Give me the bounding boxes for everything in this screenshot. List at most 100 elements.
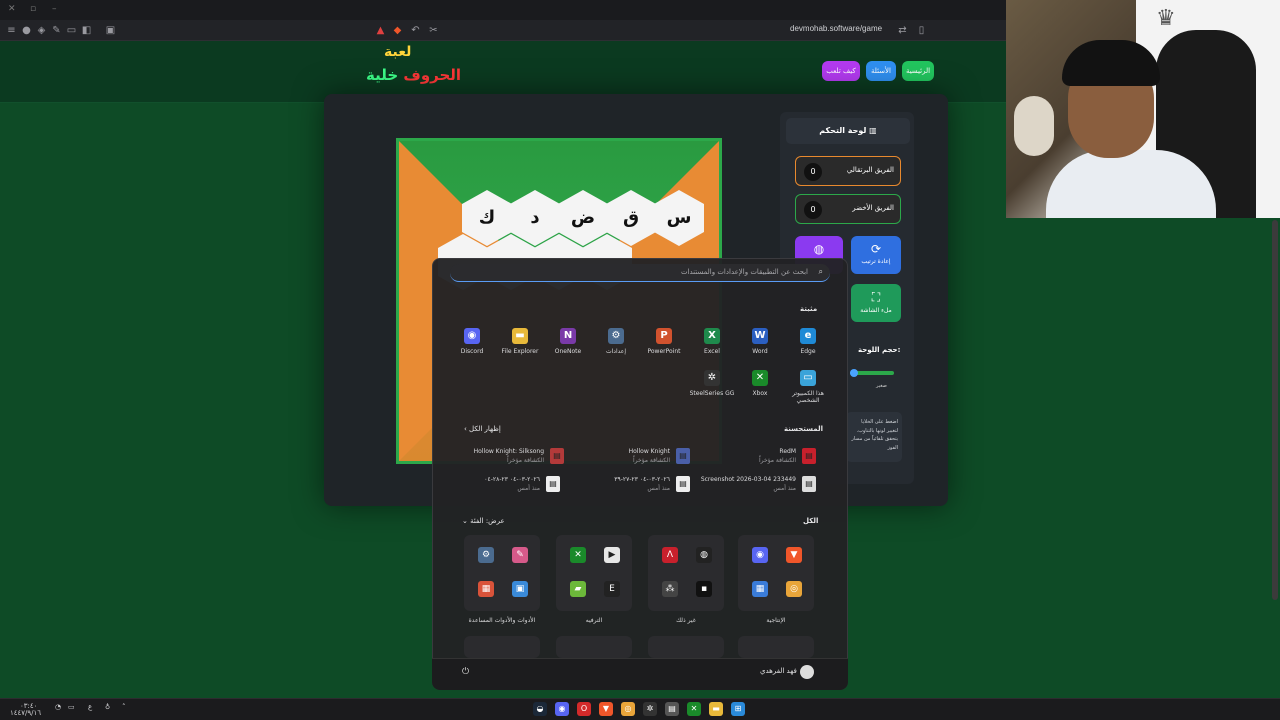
opera-icon[interactable]: O [577, 702, 591, 716]
pinned-app[interactable]: ◉ Discord [449, 328, 495, 355]
microphone-icon[interactable]: ♁ [105, 703, 110, 711]
category-folder[interactable]: ▼ ◉ ◎ ▦ [738, 535, 814, 611]
clock[interactable]: ٠٣:٤٠ ١٤٤٧/٩/١٦ [10, 703, 41, 717]
category-folder[interactable] [464, 636, 540, 658]
pinned-app[interactable]: N OneNote [545, 328, 591, 355]
settings-icon: ⚙ [478, 547, 494, 563]
edge-icon: e [800, 328, 816, 344]
minimize-icon[interactable]: – [52, 4, 57, 14]
search-input[interactable]: ابحث عن التطبيقات والإعدادات والمستندات … [450, 264, 830, 282]
recommended-item[interactable]: ▤ Hollow Knight: Silksong الكشافة مؤخراً [470, 446, 564, 468]
pinned-app[interactable]: P PowerPoint [641, 328, 687, 355]
calendar-icon[interactable]: ▤ [665, 702, 679, 716]
recommended-item[interactable]: ▤ ٢٠٢٦-٠٣-٠٤ ٢٣-٢٨-٠٤ منذ أمس [466, 474, 560, 496]
recommended-subtitle: منذ أمس [773, 485, 796, 492]
recommended-item[interactable]: ▤ Hollow Knight الكشافة مؤخراً [596, 446, 690, 468]
menu-icon[interactable]: ≡ [5, 24, 18, 37]
bookmark-icon[interactable]: ▯ [915, 24, 928, 37]
palette-icon: ◍ [813, 242, 825, 256]
view-by-label: عرض: الفئة [470, 517, 505, 525]
xbox-icon: ✕ [752, 370, 768, 386]
brave-shield-icon[interactable]: ◆ [391, 24, 404, 37]
reshuffle-button[interactable]: ⟳ إعادة ترتيب [851, 236, 901, 274]
pinned-app-label: Discord [460, 348, 484, 355]
undo-icon[interactable]: ↶ [409, 24, 422, 37]
discord-icon: ◉ [464, 328, 480, 344]
board-size-value: صغير [876, 383, 887, 389]
category-folder[interactable]: ▶ ✕ E ▰ [556, 535, 632, 611]
slider-knob[interactable] [850, 369, 858, 377]
affinity-icon: Λ [662, 547, 678, 563]
recommended-title: المستحسنة [784, 425, 823, 433]
pinned-app[interactable]: ▭ هذا الكمبيوتر الشخصي [785, 370, 831, 404]
questions-button[interactable]: الأسئلة [866, 61, 896, 81]
tools-icon[interactable]: ✂ [427, 24, 440, 37]
home-button[interactable]: الرئيسية [902, 61, 934, 81]
pinned-app[interactable]: ▬ File Explorer [497, 328, 543, 355]
share-icon[interactable]: ⇄ [896, 24, 909, 37]
category-label: الترفيه [585, 617, 603, 624]
extension-icon[interactable]: ✎ [50, 24, 63, 37]
wifi-icon[interactable]: ◔ [55, 703, 61, 711]
sidebar-icon[interactable]: ◧ [80, 24, 93, 37]
steelseries-icon[interactable]: ✲ [643, 702, 657, 716]
steam-icon[interactable]: ◒ [533, 702, 547, 716]
profile-icon[interactable]: ● [20, 24, 33, 37]
webcam-feed: ♛ [1006, 0, 1280, 218]
plush-toy [1014, 96, 1054, 156]
recommended-subtitle: منذ أمس [647, 485, 670, 492]
language-indicator[interactable]: ع [88, 703, 92, 711]
word-icon: W [752, 328, 768, 344]
tabs-icon[interactable]: ▭ [65, 24, 78, 37]
pinned-app[interactable]: W Word [737, 328, 783, 355]
power-icon[interactable]: ⏻ [462, 667, 469, 677]
hollow-knight-icon: ▤ [676, 448, 690, 464]
category-folder[interactable]: ◍ Λ ▪ ⁂ [648, 535, 724, 611]
dashboard-title: لوحة التحكم ▥ [786, 118, 910, 144]
category-folder[interactable]: ✎ ⚙ ▣ ▦ [464, 535, 540, 611]
pinned-app[interactable]: e Edge [785, 328, 831, 355]
search-placeholder: ابحث عن التطبيقات والإعدادات والمستندات [680, 268, 808, 276]
display-icon[interactable]: ▭ [68, 703, 75, 711]
team-green[interactable]: 0 الفريق الأخضر [795, 194, 901, 224]
team-orange[interactable]: 0 الفريق البرتقالي [795, 156, 901, 186]
chevron-up-icon[interactable]: ˄ [122, 703, 126, 711]
category-label: الأدوات والأدوات المساعدة [468, 617, 536, 624]
category-folder[interactable] [738, 636, 814, 658]
excel-icon: X [704, 328, 720, 344]
pinned-app[interactable]: ⚙ إعدادات [593, 328, 639, 355]
category-folder[interactable] [556, 636, 632, 658]
page-scrollbar[interactable] [1272, 220, 1278, 600]
show-all-label: إظهار الكل [469, 425, 501, 433]
restore-icon[interactable]: ▫ [30, 4, 36, 14]
recommended-item[interactable]: ▤ ٢٠٢٦-٠٣-٠٤ ٢٣-٢٧-٣٩ منذ أمس [596, 474, 690, 496]
chrome-icon[interactable]: ◎ [621, 702, 635, 716]
refresh-icon: ⟳ [870, 242, 882, 256]
obs-icon: ◍ [696, 547, 712, 563]
recommended-item[interactable]: ▤ Screenshot 2026-03-04 233449 منذ أمس [701, 474, 816, 496]
folder-icon[interactable]: ▬ [709, 702, 723, 716]
close-icon[interactable]: ✕ [8, 4, 16, 14]
pinned-app[interactable]: ✕ Xbox [737, 370, 783, 397]
address-bar[interactable]: devmohab.software/game [790, 24, 882, 33]
category-folder[interactable] [648, 636, 724, 658]
user-account[interactable]: فهد الفرهدي [760, 665, 814, 679]
show-all-button[interactable]: ‹ إظهار الكل [464, 425, 501, 433]
board-size-slider[interactable] [850, 369, 894, 377]
recommended-item[interactable]: ▤ RedM الكشافة مؤخراً [722, 446, 816, 468]
recommended-title: ٢٠٢٦-٠٣-٠٤ ٢٣-٢٧-٣٩ [614, 476, 670, 483]
pinned-app[interactable]: ✲ SteelSeries GG [689, 370, 735, 397]
fullscreen-button[interactable]: ⛶ ملء الشاشة [851, 284, 901, 322]
start-icon[interactable]: ⊞ [731, 702, 745, 716]
xbox-icon[interactable]: ✕ [687, 702, 701, 716]
pinned-app-label: SteelSeries GG [689, 390, 735, 397]
brave-icon[interactable]: ▼ [599, 702, 613, 716]
pinned-app[interactable]: X Excel [689, 328, 735, 355]
how-to-play-button[interactable]: كيف تلعب [822, 61, 860, 81]
warning-icon[interactable]: ▲ [374, 24, 387, 37]
discord-icon[interactable]: ◉ [555, 702, 569, 716]
shield-icon[interactable]: ◈ [35, 24, 48, 37]
xbox-icon: ✕ [570, 547, 586, 563]
screenshot-icon[interactable]: ▣ [104, 24, 117, 37]
view-by-dropdown[interactable]: ⌄ عرض: الفئة [462, 517, 505, 525]
